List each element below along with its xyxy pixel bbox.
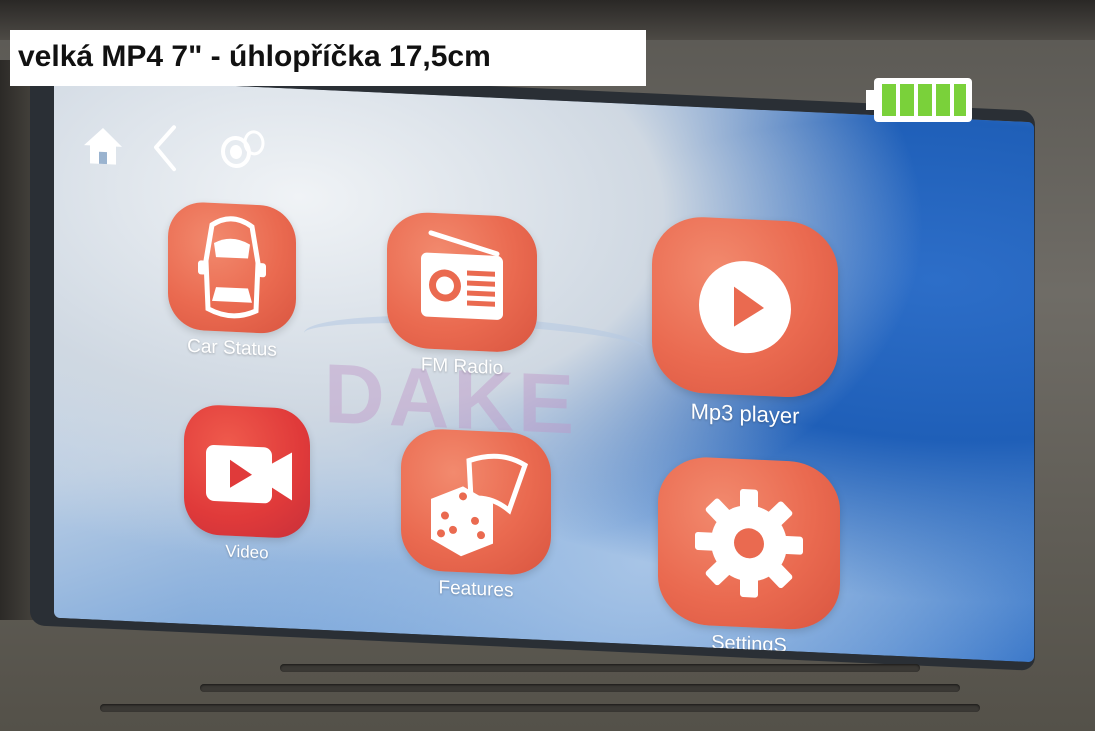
app-fm-radio[interactable]: FM Radio — [382, 210, 542, 382]
app-car-status[interactable]: Car Status — [162, 200, 302, 363]
speaker-slot — [200, 684, 960, 692]
app-mp3-player[interactable]: Mp3 player — [650, 214, 840, 432]
play-icon — [699, 261, 791, 354]
caption-banner: velká MP4 7" - úhlopříčka 17,5cm — [10, 30, 646, 86]
mp3-player-tile[interactable] — [652, 214, 838, 400]
settings-tile[interactable] — [658, 455, 840, 632]
video-tile[interactable] — [184, 403, 310, 540]
speaker-grille — [60, 660, 1020, 720]
app-features[interactable]: Features — [396, 427, 556, 604]
app-video[interactable]: Video — [182, 403, 312, 566]
back-icon[interactable] — [150, 122, 180, 173]
app-label: Video — [225, 541, 269, 563]
app-label: Car Status — [187, 335, 277, 361]
car-status-tile[interactable] — [168, 200, 296, 335]
caption-text: velká MP4 7" - úhlopříčka 17,5cm — [18, 40, 491, 73]
radio-icon — [421, 230, 503, 320]
speaker-slot — [100, 704, 980, 712]
app-settings[interactable]: SettingS — [654, 455, 844, 661]
fm-radio-tile[interactable] — [387, 210, 537, 354]
app-label: Features — [438, 577, 514, 602]
dice-icon — [431, 453, 529, 557]
volume-icon[interactable] — [218, 127, 268, 173]
app-label: Mp3 player — [690, 398, 800, 429]
video-camera-icon — [206, 445, 292, 504]
home-icon[interactable] — [82, 125, 124, 167]
screen: DAKE Car Status FM Radio Mp3 player Vide… — [54, 77, 1034, 663]
battery-icon — [866, 76, 974, 124]
gear-icon — [695, 489, 803, 598]
car-icon — [198, 216, 266, 319]
features-tile[interactable] — [401, 427, 551, 577]
speaker-slot — [280, 664, 920, 672]
